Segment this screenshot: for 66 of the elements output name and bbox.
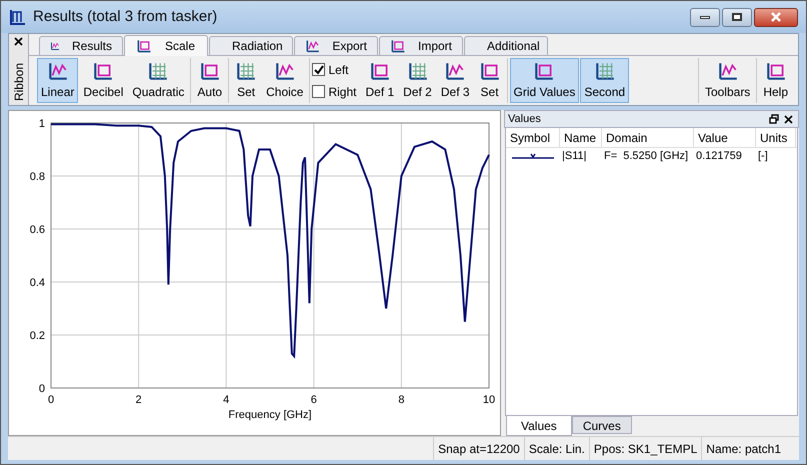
panel-tab[interactable]: Values [506, 416, 572, 436]
ribbon-button[interactable]: Grid Values [510, 58, 580, 103]
panel-title: Values [508, 112, 541, 127]
status-field: Scale: Lin. [524, 437, 589, 460]
table-cell-text: F= 5.5250 [GHz] [603, 148, 690, 164]
minimize-button[interactable] [690, 8, 720, 26]
axis-tick-label: 6 [310, 394, 317, 406]
chart-icon [305, 38, 320, 54]
axis-tick-label: 8 [398, 394, 404, 406]
close-icon[interactable] [14, 37, 23, 46]
column-header[interactable]: Domain [602, 128, 694, 147]
ribbon-button[interactable]: Auto [193, 58, 226, 103]
checkbox[interactable]: Right [312, 82, 356, 100]
ribbon-tab[interactable]: Export [294, 36, 378, 55]
ribbon-button[interactable]: Def 3 [436, 58, 474, 103]
column-header[interactable]: Name [560, 128, 602, 147]
line-symbol-icon [512, 152, 554, 160]
ribbon-label: Ribbon [12, 62, 26, 101]
close-icon [770, 12, 782, 22]
check-icon [314, 64, 324, 74]
ribbon-button[interactable]: Second [580, 58, 630, 103]
axis-tick-label: 0.6 [30, 224, 45, 236]
ribbon-tab[interactable]: Scale [124, 35, 208, 56]
ribbon-button[interactable]: Toolbars [700, 58, 754, 103]
close-icon[interactable] [784, 114, 793, 124]
column-header[interactable]: Units [756, 128, 796, 147]
ribbon-tab[interactable]: Radiation [209, 36, 293, 55]
ribbon-tab[interactable]: Additional [464, 36, 548, 55]
ribbon-tab[interactable]: Results [39, 36, 123, 55]
ribbon-tab[interactable]: Import [379, 36, 463, 55]
axis-tick-label: 0.8 [30, 171, 45, 183]
panel-tab[interactable]: Curves [572, 416, 632, 434]
status-field: Ppos: SK1_TEMPL [588, 437, 702, 460]
axis-title: Frequency [GHz] [228, 409, 312, 421]
table-cell-text: 0.121759 [695, 148, 743, 164]
axis-tick-label: 0 [38, 383, 45, 395]
ribbon-button[interactable]: Linear [37, 58, 78, 103]
column-header[interactable]: Symbol [506, 128, 560, 147]
status-field: Snap at=12200 [433, 437, 524, 460]
status-field: Name: patch1 [701, 437, 785, 460]
column-header[interactable]: Value [694, 128, 756, 147]
chart-icon [135, 38, 153, 54]
axis-tick-label: 10 [482, 394, 496, 406]
ribbon-button[interactable]: Decibel [79, 58, 128, 103]
float-icon[interactable] [769, 114, 779, 124]
ribbon-button[interactable]: Quadratic [128, 58, 188, 103]
checkbox[interactable]: Left [312, 60, 356, 78]
axis-tick-label: 2 [136, 394, 142, 406]
axis-tick-label: 0.2 [30, 330, 45, 342]
chart-icon [390, 38, 406, 54]
chart-icon [9, 8, 27, 26]
ribbon-button[interactable]: Set [231, 58, 262, 103]
ribbon-button[interactable]: Set [474, 58, 505, 103]
window-title: Results (total 3 from tasker) [33, 6, 218, 27]
axis-tick-label: 4 [223, 394, 230, 406]
table-cell-text: |S11| [561, 148, 588, 164]
close-button[interactable] [754, 8, 798, 26]
ribbon-button[interactable]: Choice [262, 58, 308, 103]
ribbon-button[interactable]: Def 2 [399, 58, 436, 103]
axis-tick-label: 1 [38, 118, 45, 130]
table-cell-text: [-] [757, 148, 769, 164]
ribbon-button[interactable]: Def 1 [361, 58, 398, 103]
maximize-button[interactable] [722, 8, 752, 26]
ribbon-button[interactable]: Help [759, 58, 792, 103]
axis-tick-label: 0 [48, 394, 54, 406]
axis-tick-label: 0.4 [30, 277, 45, 289]
